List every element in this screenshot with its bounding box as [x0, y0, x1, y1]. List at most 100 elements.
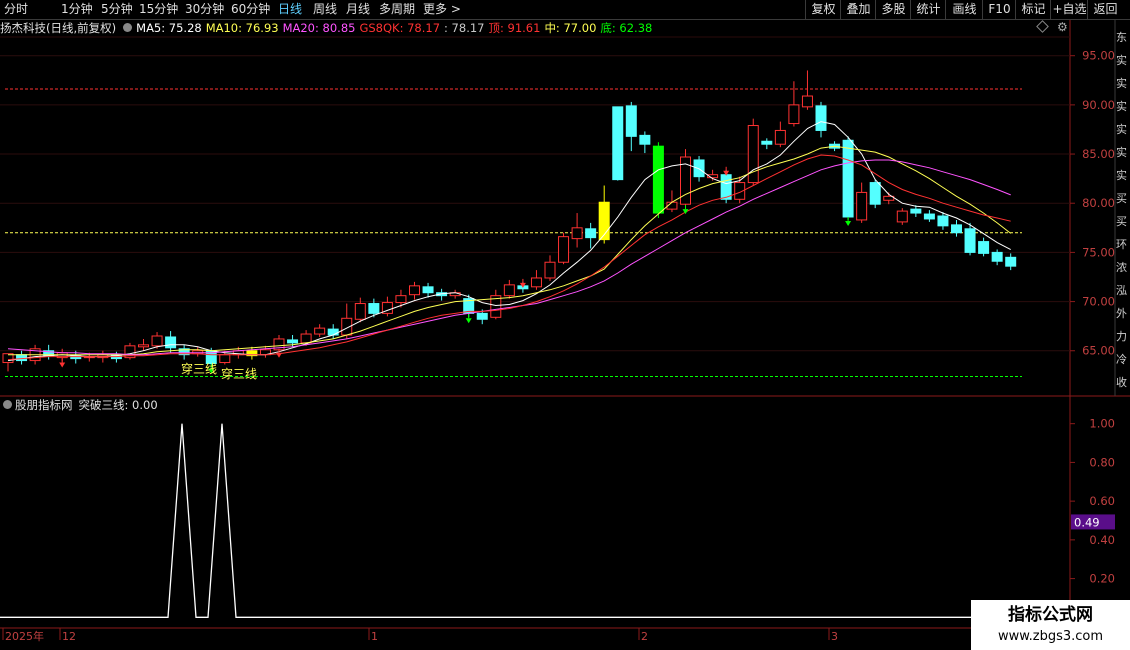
main-chart-header: 扬杰科技(日线,前复权) MA5: 75.28 MA10: 76.93 MA20: 8…: [0, 20, 656, 37]
candle-body: [1005, 256, 1017, 267]
annotation-label-1: 穿三线: [181, 361, 217, 376]
candle-body: [842, 139, 854, 218]
indicator-value: 突破三线: 0.00: [78, 398, 158, 412]
gs8qk-value: GS8QK: 78.17: [359, 21, 441, 35]
strip-char: 实: [1116, 100, 1127, 113]
x-tick-label: 3: [831, 630, 838, 643]
candle-body: [801, 95, 813, 108]
watermark-url: www.zbgs3.com: [997, 629, 1104, 644]
toolbar-button-6[interactable]: 标记: [1015, 0, 1051, 19]
candle-body: [937, 215, 949, 227]
candle-body: [422, 286, 434, 294]
candle-body: [910, 208, 922, 214]
candle-body: [896, 210, 908, 223]
stock-name[interactable]: 扬杰科技(日线,前复权): [0, 21, 116, 35]
green-arrow-icon: [465, 318, 472, 324]
strip-char: 外: [1116, 307, 1127, 320]
candle-body: [544, 261, 556, 279]
indicator-title[interactable]: 股朋指标网: [15, 398, 73, 412]
period-tab-7[interactable]: 周线: [313, 1, 337, 18]
x-tick-label: 1: [371, 630, 378, 643]
period-tab-2[interactable]: 5分钟: [101, 1, 133, 18]
candle-body: [978, 241, 990, 254]
candle-body: [558, 236, 570, 263]
ma10-line: [8, 145, 1012, 356]
period-tab-5[interactable]: 60分钟: [231, 1, 270, 18]
candle-body: [409, 285, 420, 296]
candle-body: [368, 303, 380, 314]
candle-body: [639, 134, 651, 145]
x-tick-label: 2: [641, 630, 648, 643]
annotation-label-2: 穿三线: [221, 366, 257, 381]
strip-char: 实: [1116, 123, 1127, 136]
y-tick-label: 90.00: [1082, 98, 1115, 112]
candle-body: [964, 228, 976, 253]
strip-char: 东: [1116, 31, 1127, 44]
candle-body: [151, 335, 163, 347]
watermark: 指标公式网 www.zbgs3.com: [971, 600, 1130, 650]
indicator-settings-icon[interactable]: [3, 400, 12, 409]
toolbar-button-7[interactable]: +自选: [1050, 0, 1088, 19]
top-value: 顶: 91.61: [488, 21, 541, 35]
green-arrow-icon: [845, 220, 852, 226]
candle-body: [951, 224, 962, 234]
period-tab-3[interactable]: 15分钟: [139, 1, 178, 18]
candle-body: [923, 213, 935, 220]
candle-body: [815, 105, 827, 131]
ma20-value: MA20: 80.85: [282, 21, 356, 35]
strip-char: 实: [1116, 77, 1127, 90]
candle-body: [774, 129, 786, 145]
ind-y-tick-label: 0.40: [1089, 533, 1115, 547]
watermark-title: 指标公式网: [1008, 605, 1093, 625]
y-tick-label: 80.00: [1082, 196, 1115, 210]
right-info-strip: 东实实实实实实买买环浓泓外力冷收: [1115, 20, 1130, 395]
mid-value: 中: 77.00: [544, 21, 597, 35]
period-tab-0[interactable]: 分时: [4, 1, 28, 18]
gear-icon[interactable]: ⚙: [1057, 20, 1068, 34]
x-tick-label: 12: [62, 630, 76, 643]
candle-body: [395, 295, 407, 304]
toolbar-button-1[interactable]: 叠加: [840, 0, 876, 19]
candle-body: [612, 106, 624, 181]
red-arrow-icon: [59, 362, 66, 368]
strip-char: 力: [1116, 330, 1127, 343]
candle-body: [761, 140, 773, 145]
candle-body: [138, 344, 149, 348]
period-tab-1[interactable]: 1分钟: [61, 1, 93, 18]
settings-circle-icon[interactable]: [123, 23, 133, 32]
strip-char: 买: [1116, 192, 1127, 205]
current-value-label: 0.49: [1074, 515, 1100, 529]
y-tick-label: 85.00: [1082, 147, 1115, 161]
candle-body: [788, 104, 800, 125]
toolbar-button-2[interactable]: 多股: [875, 0, 911, 19]
ma5-line: [7, 121, 1011, 362]
candle-body: [652, 145, 664, 214]
toolbar-button-5[interactable]: F10: [982, 0, 1016, 19]
candle-body: [165, 336, 177, 349]
strip-char: 实: [1116, 169, 1127, 182]
candle-body: [327, 328, 339, 336]
toolbar-button-8[interactable]: 返回: [1087, 0, 1123, 19]
candle-body: [354, 303, 366, 320]
gs8qk-secondary: : 78.17: [444, 21, 485, 35]
period-tab-10[interactable]: 更多 >: [423, 1, 461, 18]
ind-y-tick-label: 1.00: [1089, 417, 1115, 431]
strip-char: 实: [1116, 146, 1127, 159]
y-tick-label: 75.00: [1082, 245, 1115, 259]
toolbar-button-3[interactable]: 统计: [910, 0, 946, 19]
toolbar-button-4[interactable]: 画线: [945, 0, 983, 19]
period-tab-4[interactable]: 30分钟: [185, 1, 224, 18]
ma5-value: MA5: 75.28: [136, 21, 202, 35]
period-tab-8[interactable]: 月线: [346, 1, 370, 18]
candle-body: [747, 125, 759, 184]
candle-body: [314, 327, 326, 335]
period-tab-9[interactable]: 多周期: [379, 1, 415, 18]
candle-body: [503, 284, 515, 297]
candle-body: [287, 339, 299, 344]
toolbar-button-0[interactable]: 复权: [805, 0, 841, 19]
candle-body: [625, 105, 637, 137]
price-chart[interactable]: 95.00 90.00 85.00 80.00 75.00 70.00 65.00 穿三线 穿三…: [0, 0, 1130, 650]
period-tab-6[interactable]: 日线: [278, 1, 302, 18]
candle-body: [869, 182, 881, 205]
candle-body: [300, 333, 312, 344]
